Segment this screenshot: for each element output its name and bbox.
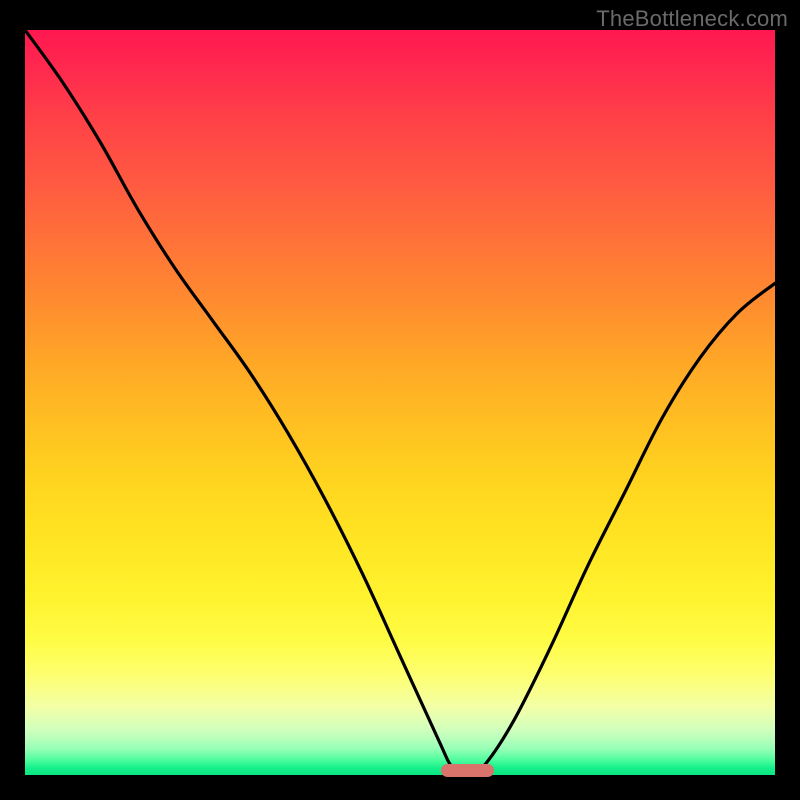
optimal-point-marker	[441, 764, 494, 777]
chart-plot-area	[25, 30, 775, 775]
bottleneck-curve	[25, 30, 775, 775]
watermark-text: TheBottleneck.com	[596, 6, 788, 32]
